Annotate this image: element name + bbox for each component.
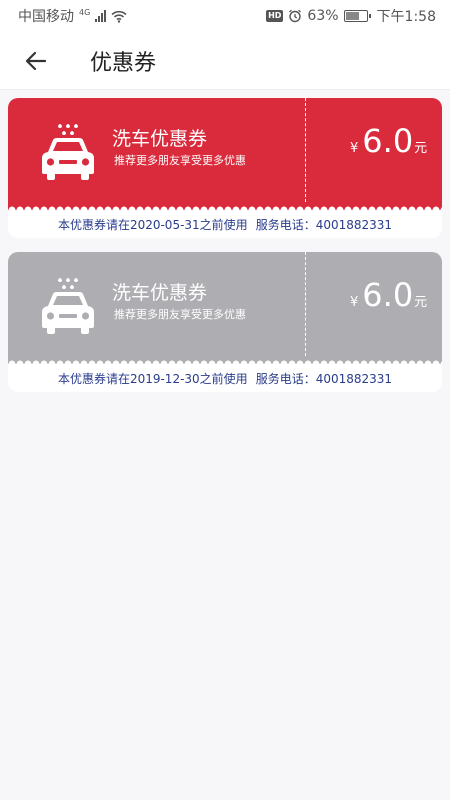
coupon-amount: 6.0 [362,122,414,160]
currency-symbol: ¥ [350,141,359,156]
coupon-price: ¥ 6.0 元 [350,276,427,314]
coupon-card[interactable]: 洗车优惠券 推荐更多朋友享受更多优惠 ¥ 6.0 元 本优惠券请在2020-05… [8,98,442,238]
coupon-title: 洗车优惠券 [112,128,208,150]
status-bar: 中国移动 4G HD 63% 下午1:58 [0,0,450,32]
back-button[interactable] [16,41,56,81]
signal-icon [95,10,107,22]
battery-percent: 63% [307,8,339,24]
service-phone[interactable]: 服务电话：4001882331 [256,216,392,233]
network-type-label: 4G [79,8,91,17]
coupon-subtitle: 推荐更多朋友享受更多优惠 [114,308,246,321]
coupon-valid-text: 本优惠券请在2020-05-31之前使用 [57,217,248,232]
coupon-divider [305,252,306,356]
coupon-amount: 6.0 [362,276,414,314]
car-wash-icon [42,124,94,180]
currency-symbol: ¥ [350,295,359,310]
currency-unit: 元 [414,141,428,156]
status-left: 中国移动 4G [18,6,127,26]
coupon-valid-text: 本优惠券请在2019-12-30之前使用 [57,371,248,386]
coupon-main: 洗车优惠券 推荐更多朋友享受更多优惠 ¥ 6.0 元 [8,252,442,364]
coupon-title: 洗车优惠券 [112,282,208,304]
coupon-footer: 本优惠券请在2020-05-31之前使用 服务电话：4001882331 [8,210,442,238]
battery-icon [343,10,371,22]
coupon-price: ¥ 6.0 元 [350,122,427,160]
car-wash-icon [42,278,94,334]
app-header: 优惠券 [0,32,450,90]
coupon-divider [305,98,306,202]
arrow-left-icon [25,51,47,70]
status-right: HD 63% 下午1:58 [266,6,436,26]
service-phone[interactable]: 服务电话：4001882331 [256,370,392,387]
wifi-icon [111,10,127,23]
coupon-card[interactable]: 洗车优惠券 推荐更多朋友享受更多优惠 ¥ 6.0 元 本优惠券请在2019-12… [8,252,442,392]
coupon-subtitle: 推荐更多朋友享受更多优惠 [114,154,246,167]
coupon-footer: 本优惠券请在2019-12-30之前使用 服务电话：4001882331 [8,364,442,392]
hd-badge: HD [266,10,284,22]
clock: 下午1:58 [376,9,436,25]
alarm-icon [289,9,302,23]
coupon-main: 洗车优惠券 推荐更多朋友享受更多优惠 ¥ 6.0 元 [8,98,442,210]
page-title: 优惠券 [90,50,157,76]
currency-unit: 元 [414,295,428,310]
carrier-label: 中国移动 [18,9,74,25]
